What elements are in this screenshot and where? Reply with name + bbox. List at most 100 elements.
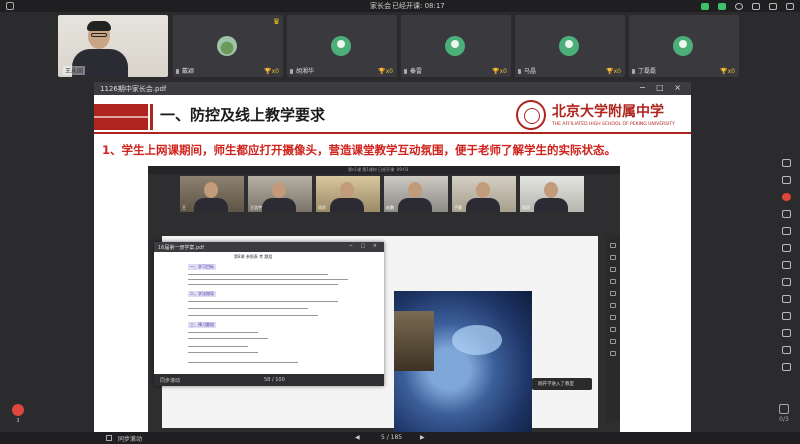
text-icon[interactable] [781,227,791,235]
participant-glasses [91,33,107,37]
file-list-button[interactable]: 3 [10,404,26,432]
trophy-count: 🏆x0 [720,68,735,75]
doc-sync-label: 同步滚动 [160,378,181,384]
heading-decoration [150,104,153,130]
minimize-icon[interactable] [769,2,777,10]
class-timer: 已经开课: 08:17 [392,2,445,10]
inner-video-name: 同学 [522,205,530,210]
folder-icon[interactable] [781,278,791,286]
save-icon[interactable] [781,329,791,337]
pdf-file-icon [12,404,24,416]
eraser-icon[interactable] [781,210,791,218]
inner-video-body [534,198,568,212]
photo-highlight [452,325,502,355]
inner-video-tile: 赵鹏 [384,176,448,212]
school-logo: 北京大学附属中学 THE AFFILIATED HIGH SCHOOL OF P… [516,100,686,134]
doc-section: 一、学习目标 [188,264,216,270]
pages-icon [779,404,789,414]
inner-video-name: 王 [182,205,186,210]
participant-tile[interactable]: 马晶 🏆x0 [515,15,625,77]
inner-video-tile: 同学 [520,176,584,212]
inner-video-body [330,198,364,212]
join-toast: 刚开学进入了教室 [532,378,592,390]
person-icon [679,40,687,48]
mic-icon [404,69,407,74]
inner-video-body [262,198,296,212]
participant-tile[interactable]: 戴颖 ♛ 🏆x0 [173,15,283,77]
participant-tile[interactable]: 秦雷 🏆x0 [401,15,511,77]
participant-tile[interactable]: 丁磊磊 🏆x0 [629,15,739,77]
next-page-button[interactable]: ▶ [420,434,425,441]
inner-video-body [466,198,500,212]
clear-icon[interactable] [781,312,791,320]
doc-page: 58 / 100 [264,377,285,383]
pen-icon[interactable] [781,193,791,201]
heading-divider [94,132,691,134]
mic-icon [632,69,635,74]
select-icon[interactable] [781,176,791,184]
person-icon [337,40,345,48]
chat-icon[interactable] [781,346,791,354]
window-title: 家长会 [370,2,391,10]
heading-decoration [94,104,148,130]
avatar [673,36,693,56]
trophy-count: 🏆x0 [492,68,507,75]
sync-scroll-checkbox[interactable] [106,435,112,441]
record-icon[interactable] [735,2,743,10]
file-count: 3 [16,418,20,424]
bottom-bar: 同步滚动 ◀ 5 / 185 ▶ [0,432,800,444]
inner-video-face [272,182,286,198]
page-counter: 5 / 185 [381,434,403,441]
doc-line [188,315,318,316]
participant-name: 秦雷 [410,68,423,75]
person-icon [451,40,459,48]
prev-page-button[interactable]: ◀ [355,434,360,441]
doc-line [188,332,258,333]
page-indicator-label: 0/3 [779,416,789,423]
layers-icon[interactable] [781,363,791,371]
pointer-icon[interactable] [781,159,791,167]
top-bar: 家长会 已经开课: 08:17 [0,0,800,12]
inner-video-tile: 王浩宇 [248,176,312,212]
avatar [559,36,579,56]
school-name-en: THE AFFILIATED HIGH SCHOOL OF PEKING UNI… [552,122,675,127]
doc-line [188,346,248,347]
participant-tile[interactable]: 胡湘华 🏆x0 [287,15,397,77]
inner-video-tile: 子墨 [452,176,516,212]
school-seal-icon [516,100,546,130]
toolbox-icon[interactable] [781,295,791,303]
settings-icon[interactable] [752,2,760,10]
participant-name: 王永国 [63,66,86,75]
participant-tile[interactable]: 王永国 [58,15,168,77]
slide-heading: 一、防控及线上教学要求 [160,106,326,124]
mic-icon[interactable] [701,2,709,10]
inner-video-tile: 同学 [316,176,380,212]
doc-filename: 16届第一册学案.pdf [158,245,205,251]
avatar [331,36,351,56]
inner-video-name: 同学 [318,205,326,210]
inner-video-face [476,182,490,198]
right-toolbar [778,150,794,390]
inner-doc-window: 16届第一册学案.pdf − □ × 第8课 参照表 考 题组 一、学习目标 二… [154,242,384,386]
scissors-icon[interactable] [781,244,791,252]
school-name: 北京大学附属中学 [552,104,664,120]
close-icon[interactable] [786,2,794,10]
window-controls: − □ × [348,243,380,249]
pdf-title-bar[interactable]: 1126期中家长会.pdf − □ × [94,82,691,95]
participant-name: 胡湘华 [296,68,315,75]
laser-icon[interactable] [781,261,791,269]
doc-section: 三、预习题组 [188,322,216,328]
pdf-viewer-window: 1126期中家长会.pdf − □ × 一、防控及线上教学要求 北京大学附属中学… [94,82,691,433]
doc-line [188,279,348,280]
window-controls[interactable]: − □ × [639,83,685,92]
inner-photo [394,291,532,433]
participant-name: 戴颖 [182,68,195,75]
page-indicator[interactable]: 0/3 [778,404,790,430]
doc-footer: 同步滚动 58 / 100 [154,374,384,386]
host-crown-icon: ♛ [272,17,280,26]
speaker-icon[interactable] [718,2,726,10]
photo-rock [394,311,434,371]
mic-icon [290,69,293,74]
doc-line [188,308,308,309]
app-icon[interactable] [6,2,14,10]
